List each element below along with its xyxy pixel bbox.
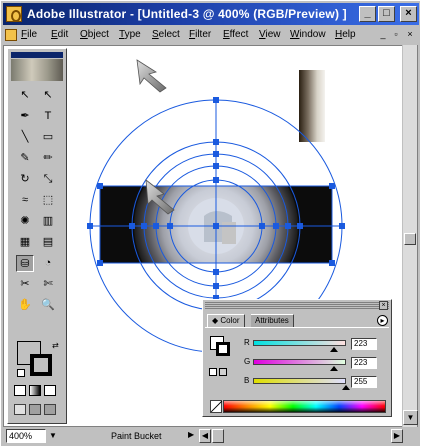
symbol-sprayer-tool-icon[interactable]: ✺ <box>16 213 34 230</box>
slider-track-g[interactable] <box>253 359 346 365</box>
illustrator-window: Adobe Illustrator - [Untitled-3 @ 400% (… <box>0 0 421 447</box>
toolbox-panel: ↖ ↖ ✒ T ╲ ▭ ✎ ✏ ↻ ⤡ ≈ ⬚ ✺ ▥ ▦ ▤ ⛁ ◔ ✂ ✄ ✋ 🔍 ⇄ <box>7 48 67 424</box>
rotate-tool-icon[interactable]: ↻ <box>16 171 34 188</box>
mesh-tool-icon[interactable]: ▦ <box>16 234 34 251</box>
window-title: Adobe Illustrator - [Untitled-3 @ 400% (… <box>27 7 347 21</box>
title-bar[interactable]: Adobe Illustrator - [Untitled-3 @ 400% (… <box>3 3 419 25</box>
free-transform-tool-icon[interactable]: ⬚ <box>39 192 57 209</box>
none-color-swatch[interactable] <box>210 400 222 413</box>
tab-attributes[interactable]: Attributes <box>251 314 294 327</box>
paint-bucket-tool-icon[interactable]: ⛁ <box>16 255 34 272</box>
menu-help[interactable]: Help <box>335 29 356 40</box>
doc-minimize-button[interactable]: _ <box>377 29 389 40</box>
horizontal-scrollbar-thumb[interactable] <box>212 429 224 443</box>
toolbox-title-bar[interactable] <box>11 52 63 58</box>
color-spectrum-bar[interactable] <box>223 400 386 413</box>
slice-tool-icon[interactable]: ✂ <box>16 276 34 293</box>
illustrator-app-icon[interactable] <box>6 6 22 22</box>
menu-edit[interactable]: Edit <box>51 29 68 40</box>
default-colors-icon[interactable] <box>17 369 25 377</box>
zoom-tool-icon[interactable]: 🔍 <box>39 297 57 314</box>
full-screen-menu-mode-button[interactable] <box>29 404 41 415</box>
swap-fill-stroke-icon[interactable]: ⇄ <box>52 341 59 350</box>
menu-filter[interactable]: Filter <box>189 29 211 40</box>
arrow-cursor-icon <box>136 59 167 93</box>
paintbrush-tool-icon[interactable]: ✎ <box>16 150 34 167</box>
panel-title-bar[interactable] <box>205 302 389 310</box>
standard-screen-mode-button[interactable] <box>14 404 26 415</box>
panel-menu-button[interactable]: ▸ <box>377 315 388 326</box>
doc-close-button[interactable]: × <box>404 29 416 40</box>
menu-file[interactable]: File <box>21 29 37 40</box>
color-mode-button[interactable] <box>14 385 26 396</box>
value-field-g[interactable]: 223 <box>351 357 377 369</box>
pencil-tool-icon[interactable]: ✏ <box>39 150 57 167</box>
menu-object[interactable]: Object <box>80 29 109 40</box>
stroke-swatch[interactable] <box>30 354 52 376</box>
scissors-tool-icon[interactable]: ✄ <box>39 276 57 293</box>
type-tool-icon[interactable]: T <box>39 108 57 125</box>
gradient-tool-icon[interactable]: ▤ <box>39 234 57 251</box>
none-mode-button[interactable] <box>44 385 56 396</box>
slider-label-b: B <box>244 376 250 385</box>
menu-type[interactable]: Type <box>119 29 141 40</box>
scroll-left-arrow[interactable]: ◀ <box>199 429 211 443</box>
slider-label-r: R <box>244 338 250 347</box>
out-of-gamut-warning-icon[interactable] <box>209 368 217 376</box>
value-field-r[interactable]: 223 <box>351 338 377 350</box>
graph-tool-icon[interactable]: ▥ <box>39 213 57 230</box>
zoom-level-field[interactable]: 400% <box>6 429 46 443</box>
panel-stroke-swatch[interactable] <box>216 342 230 356</box>
direct-selection-tool-icon[interactable]: ↖ <box>39 87 57 104</box>
warp-tool-icon[interactable]: ≈ <box>16 192 34 209</box>
maximize-button[interactable]: □ <box>378 6 395 22</box>
pen-tool-icon[interactable]: ✒ <box>16 108 34 125</box>
scroll-right-arrow[interactable]: ▶ <box>391 429 403 443</box>
adobe-logo-thumbnail[interactable] <box>11 59 63 81</box>
hand-tool-icon[interactable]: ✋ <box>16 297 34 314</box>
slider-label-g: G <box>244 357 251 366</box>
value-field-b[interactable]: 255 <box>351 376 377 388</box>
menu-window[interactable]: Window <box>290 29 326 40</box>
scale-tool-icon[interactable]: ⤡ <box>39 171 57 188</box>
status-menu-arrow-icon[interactable]: ▶ <box>188 430 194 439</box>
blend-tool-icon[interactable]: ◔ <box>39 255 57 272</box>
current-tool-status: Paint Bucket <box>111 431 162 441</box>
menu-select[interactable]: Select <box>152 29 180 40</box>
document-system-menu-icon[interactable] <box>5 29 17 41</box>
scroll-down-arrow[interactable]: ▼ <box>403 410 418 425</box>
tab-color[interactable]: ◆ Color <box>207 314 245 327</box>
panel-close-button[interactable]: × <box>379 301 388 310</box>
scrollbar-thumb[interactable] <box>404 233 416 245</box>
full-screen-mode-button[interactable] <box>44 404 56 415</box>
status-bar: 400% ▼ Paint Bucket ▶ ◀ ▶ <box>3 427 419 445</box>
slider-thumb-g[interactable] <box>329 366 338 371</box>
slider-thumb-b[interactable] <box>342 385 350 390</box>
menu-view[interactable]: View <box>259 29 281 40</box>
line-tool-icon[interactable]: ╲ <box>16 129 34 146</box>
close-button[interactable]: × <box>400 6 417 22</box>
color-panel: × ◆ Color Attributes ▸ R 223 G 223 B 255 <box>202 299 392 417</box>
zoom-dropdown-arrow-icon[interactable]: ▼ <box>49 431 57 440</box>
selection-tool-icon[interactable]: ↖ <box>16 87 34 104</box>
slider-thumb-r[interactable] <box>329 347 338 352</box>
gradient-mode-button[interactable] <box>29 385 41 396</box>
slider-track-b[interactable] <box>253 378 346 384</box>
menu-effect[interactable]: Effect <box>223 29 248 40</box>
doc-restore-button[interactable]: ▫ <box>390 29 402 40</box>
minimize-button[interactable]: _ <box>359 6 376 22</box>
web-safe-color-icon[interactable] <box>219 368 227 376</box>
rectangle-tool-icon[interactable]: ▭ <box>39 129 57 146</box>
menu-bar: File Edit Object Type Select Filter Effe… <box>3 26 419 44</box>
slider-track-r[interactable] <box>253 340 346 346</box>
